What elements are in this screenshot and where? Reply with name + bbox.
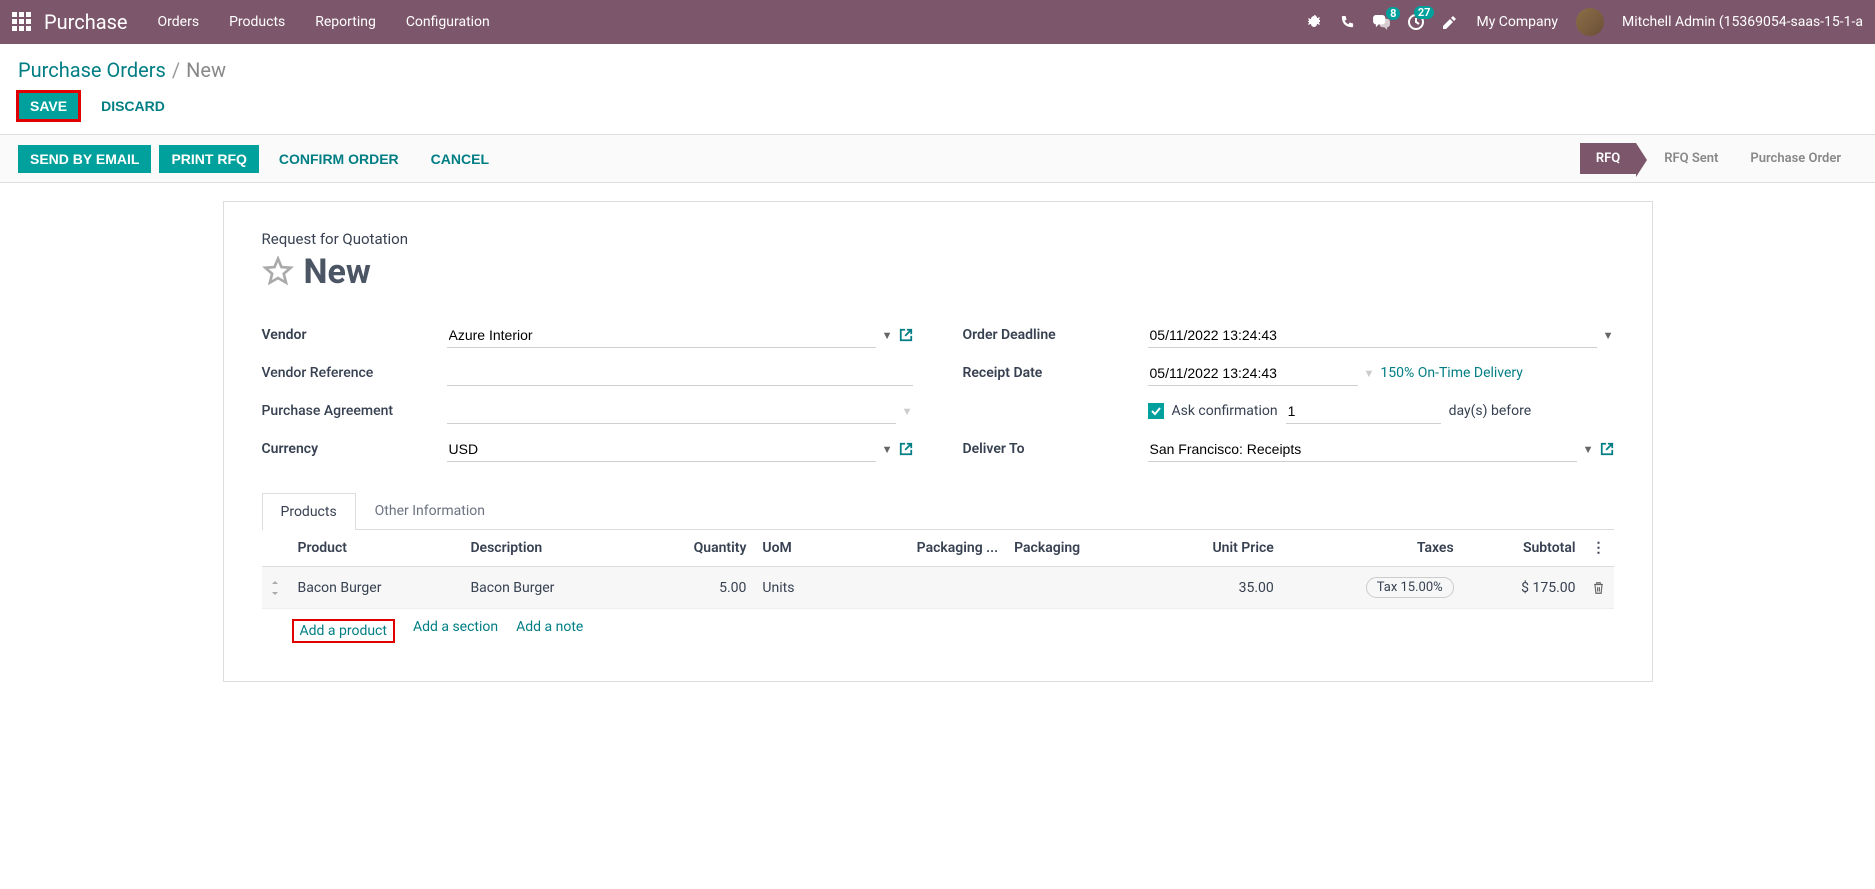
nav-reporting[interactable]: Reporting xyxy=(315,14,376,30)
vendor-external-link-icon[interactable] xyxy=(899,328,913,342)
nav-menu: Orders Products Reporting Configuration xyxy=(158,14,1307,30)
stage-rfq-sent[interactable]: RFQ Sent xyxy=(1648,143,1734,174)
cell-packaging[interactable] xyxy=(1006,567,1148,609)
avatar[interactable] xyxy=(1576,8,1604,36)
th-description[interactable]: Description xyxy=(462,530,635,567)
nav-orders[interactable]: Orders xyxy=(158,14,200,30)
cell-unit-price[interactable]: 35.00 xyxy=(1148,567,1282,609)
th-options-icon[interactable]: ⋮ xyxy=(1584,530,1614,567)
th-uom[interactable]: UoM xyxy=(754,530,837,567)
vendor-caret-icon[interactable]: ▼ xyxy=(882,329,893,342)
cell-packaging-qty[interactable] xyxy=(838,567,1007,609)
cancel-button[interactable]: Cancel xyxy=(419,145,501,173)
form-sheet: Request for Quotation New Vendor ▼ xyxy=(223,201,1653,682)
app-title[interactable]: Purchase xyxy=(44,10,128,34)
deliver-caret-icon[interactable]: ▼ xyxy=(1583,443,1594,456)
label-purchase-agreement: Purchase Agreement xyxy=(262,403,447,419)
activity-icon[interactable]: 27 xyxy=(1408,14,1424,30)
currency-caret-icon[interactable]: ▼ xyxy=(882,443,893,456)
days-before-field[interactable] xyxy=(1286,399,1441,424)
messages-badge: 8 xyxy=(1386,7,1400,20)
apps-icon[interactable] xyxy=(12,12,32,32)
stage-purchase-order[interactable]: Purchase Order xyxy=(1734,143,1857,174)
delete-row-icon[interactable] xyxy=(1584,567,1614,609)
label-currency: Currency xyxy=(262,441,447,457)
cell-product[interactable]: Bacon Burger xyxy=(290,567,463,609)
messages-icon[interactable]: 8 xyxy=(1373,15,1390,30)
currency-field[interactable] xyxy=(447,437,876,462)
user-menu[interactable]: Mitchell Admin (15369054-saas-15-1-a xyxy=(1622,14,1863,30)
th-quantity[interactable]: Quantity xyxy=(635,530,754,567)
currency-external-link-icon[interactable] xyxy=(899,442,913,456)
product-table: Product Description Quantity UoM Packagi… xyxy=(262,530,1614,609)
label-receipt-date: Receipt Date xyxy=(963,365,1148,381)
tools-icon[interactable] xyxy=(1442,14,1458,30)
add-note-link[interactable]: Add a note xyxy=(516,619,583,643)
deliver-external-link-icon[interactable] xyxy=(1600,442,1614,456)
nav-configuration[interactable]: Configuration xyxy=(406,14,490,30)
discard-button[interactable]: Discard xyxy=(89,92,177,120)
cell-description[interactable]: Bacon Burger xyxy=(462,567,635,609)
ask-confirmation-checkbox[interactable] xyxy=(1148,403,1164,419)
deliver-to-field[interactable] xyxy=(1148,437,1577,462)
deadline-caret-icon[interactable]: ▼ xyxy=(1603,329,1614,342)
add-section-link[interactable]: Add a section xyxy=(413,619,498,643)
cell-subtotal: $ 175.00 xyxy=(1462,567,1584,609)
stage-indicator: RFQ RFQ Sent Purchase Order xyxy=(1580,143,1857,174)
breadcrumb: Purchase Orders / New xyxy=(0,44,1875,92)
on-time-delivery-link[interactable]: 150% On-Time Delivery xyxy=(1380,365,1523,381)
label-vendor-ref: Vendor Reference xyxy=(262,365,447,381)
vendor-reference-field[interactable] xyxy=(447,361,913,386)
company-selector[interactable]: My Company xyxy=(1476,14,1558,30)
save-button[interactable]: Save xyxy=(18,92,79,120)
action-row: Save Discard xyxy=(0,92,1875,134)
label-vendor: Vendor xyxy=(262,327,447,343)
bug-icon[interactable] xyxy=(1306,14,1322,30)
confirm-order-button[interactable]: Confirm Order xyxy=(267,145,411,173)
ask-confirmation-label: Ask confirmation xyxy=(1172,403,1278,419)
th-packaging-qty[interactable]: Packaging ... xyxy=(838,530,1007,567)
status-bar: Send by Email Print RFQ Confirm Order Ca… xyxy=(0,134,1875,183)
print-rfq-button[interactable]: Print RFQ xyxy=(159,145,258,173)
top-nav: Purchase Orders Products Reporting Confi… xyxy=(0,0,1875,44)
breadcrumb-current: New xyxy=(186,58,226,82)
activity-badge: 27 xyxy=(1414,6,1435,19)
label-deliver-to: Deliver To xyxy=(963,441,1148,457)
th-subtotal[interactable]: Subtotal xyxy=(1462,530,1584,567)
star-icon[interactable] xyxy=(262,256,294,288)
agreement-caret-icon[interactable]: ▼ xyxy=(902,405,913,418)
th-taxes[interactable]: Taxes xyxy=(1282,530,1462,567)
drag-handle-icon[interactable] xyxy=(262,567,290,609)
days-before-label: day(s) before xyxy=(1449,403,1532,419)
add-row: Add a product Add a section Add a note xyxy=(262,609,1614,653)
tab-products[interactable]: Products xyxy=(262,493,356,530)
label-order-deadline: Order Deadline xyxy=(963,327,1148,343)
send-email-button[interactable]: Send by Email xyxy=(18,145,151,173)
tabs: Products Other Information xyxy=(262,492,1614,530)
nav-products[interactable]: Products xyxy=(229,14,285,30)
th-product[interactable]: Product xyxy=(290,530,463,567)
cell-uom[interactable]: Units xyxy=(754,567,837,609)
form-subtitle: Request for Quotation xyxy=(262,230,1614,248)
stage-rfq[interactable]: RFQ xyxy=(1580,143,1636,174)
th-unit-price[interactable]: Unit Price xyxy=(1148,530,1282,567)
cell-taxes[interactable]: Tax 15.00% xyxy=(1282,567,1462,609)
purchase-agreement-field[interactable] xyxy=(447,399,896,424)
receipt-caret-icon[interactable]: ▼ xyxy=(1364,367,1375,380)
breadcrumb-sep: / xyxy=(172,58,180,82)
breadcrumb-parent[interactable]: Purchase Orders xyxy=(18,58,166,82)
table-row[interactable]: Bacon Burger Bacon Burger 5.00 Units 35.… xyxy=(262,567,1614,609)
phone-icon[interactable] xyxy=(1340,15,1355,30)
cell-quantity[interactable]: 5.00 xyxy=(635,567,754,609)
th-packaging[interactable]: Packaging xyxy=(1006,530,1148,567)
tax-badge[interactable]: Tax 15.00% xyxy=(1366,577,1454,598)
order-deadline-field[interactable] xyxy=(1148,323,1597,348)
vendor-field[interactable] xyxy=(447,323,876,348)
receipt-date-field[interactable] xyxy=(1148,361,1358,386)
tab-other-information[interactable]: Other Information xyxy=(356,492,504,529)
form-title: New xyxy=(304,252,371,292)
add-product-link[interactable]: Add a product xyxy=(300,623,387,639)
